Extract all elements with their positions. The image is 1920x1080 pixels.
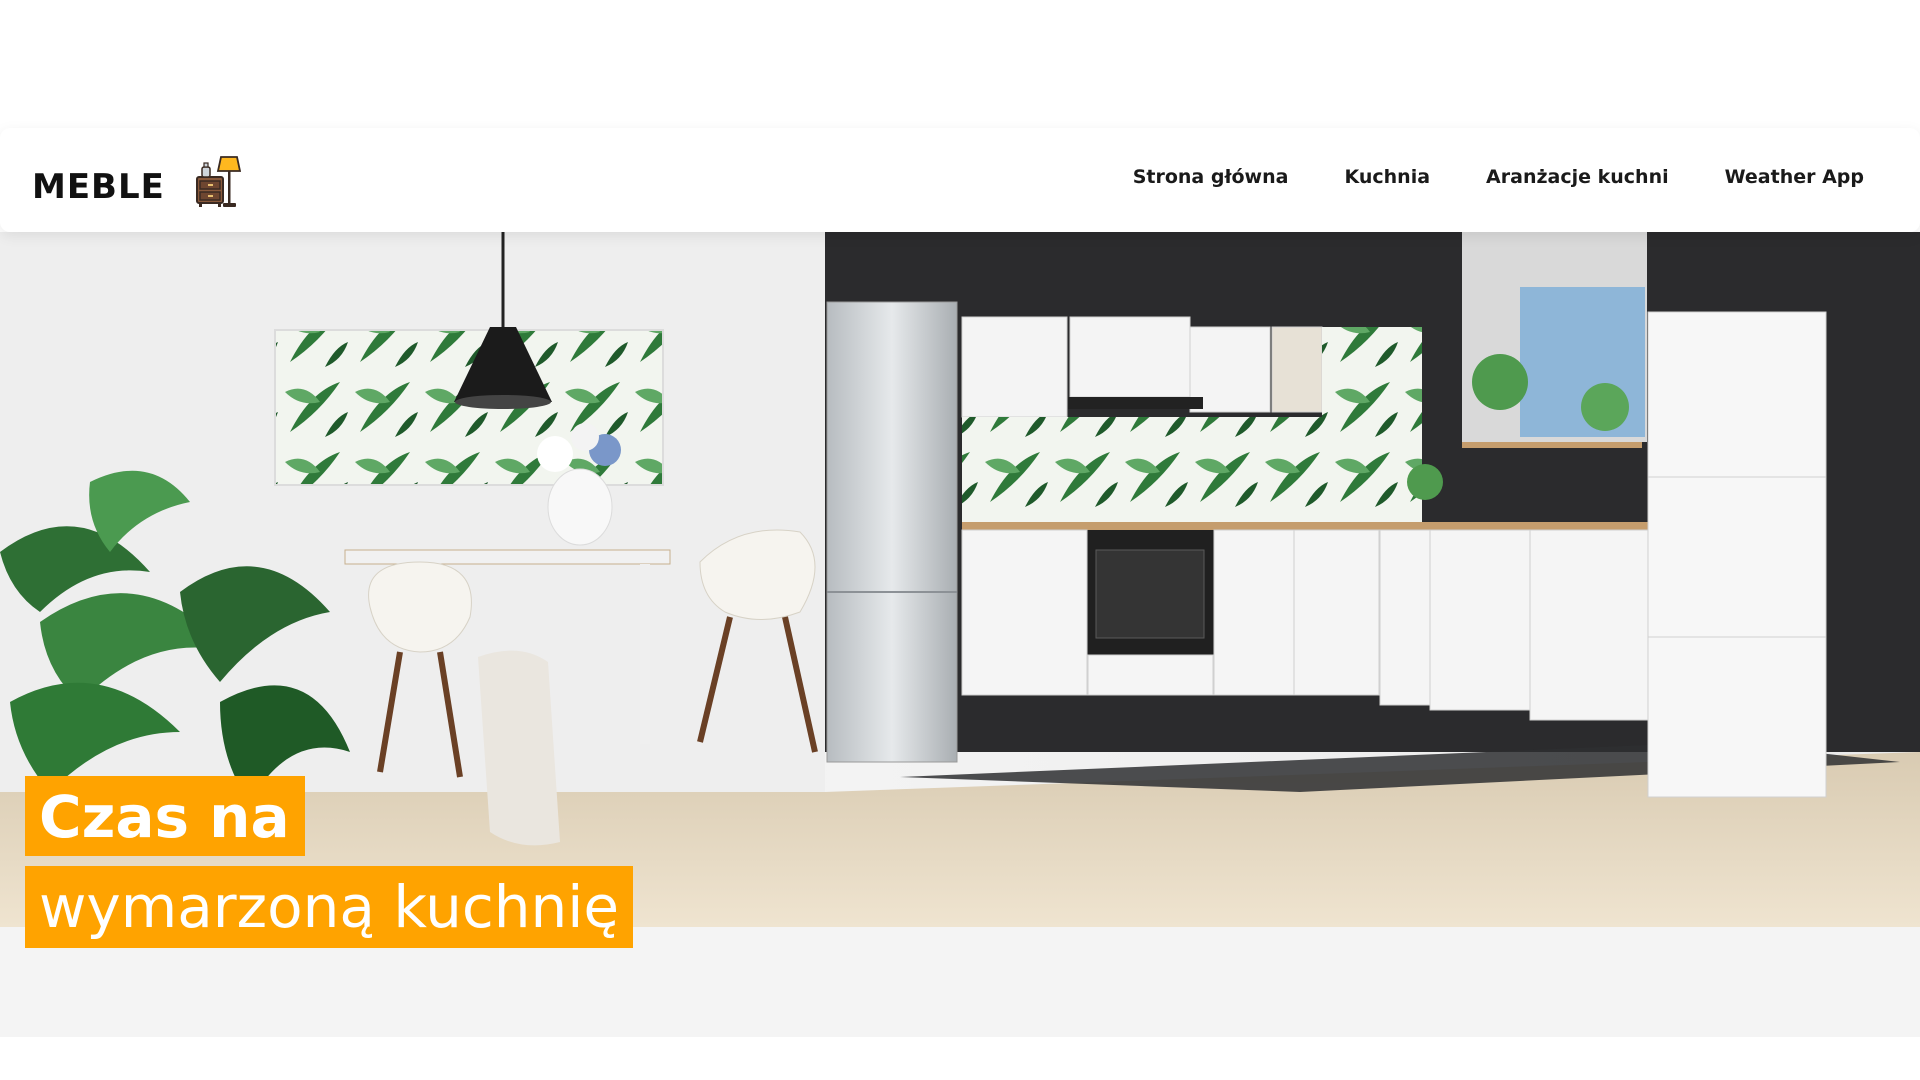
- logo-text: MEBLE: [32, 167, 165, 207]
- nav-link-home[interactable]: Strona główna: [1133, 166, 1289, 188]
- logo-link[interactable]: MEBLE: [32, 154, 241, 210]
- hero-caption-line2: wymarzoną kuchnię: [25, 866, 634, 948]
- nav-item-home: Strona główna: [1133, 166, 1289, 188]
- nav-item-kitchen-arrangements: Aranżacje kuchni: [1486, 166, 1669, 188]
- main-nav: Strona główna Kuchnia Aranżacje kuchni W…: [1133, 166, 1864, 188]
- nav-item-weather-app: Weather App: [1725, 166, 1864, 188]
- nightstand-lamp-icon: [195, 156, 241, 207]
- nav-link-kitchen-arrangements[interactable]: Aranżacje kuchni: [1486, 166, 1669, 188]
- site-header: MEBLE Strona główna Kuchnia Aranżacje ku…: [0, 128, 1920, 232]
- hero-caption-line1-text: Czas na: [25, 776, 305, 856]
- nav-link-kitchen[interactable]: Kuchnia: [1344, 166, 1430, 188]
- hero-caption-line2-text: wymarzoną kuchnię: [25, 866, 634, 948]
- page: MEBLE Strona główna Kuchnia Aranżacje ku…: [0, 0, 1920, 1080]
- nav-link-weather-app[interactable]: Weather App: [1725, 166, 1864, 188]
- hero-caption-line1: Czas na: [25, 776, 305, 856]
- nav-item-kitchen: Kuchnia: [1344, 166, 1430, 188]
